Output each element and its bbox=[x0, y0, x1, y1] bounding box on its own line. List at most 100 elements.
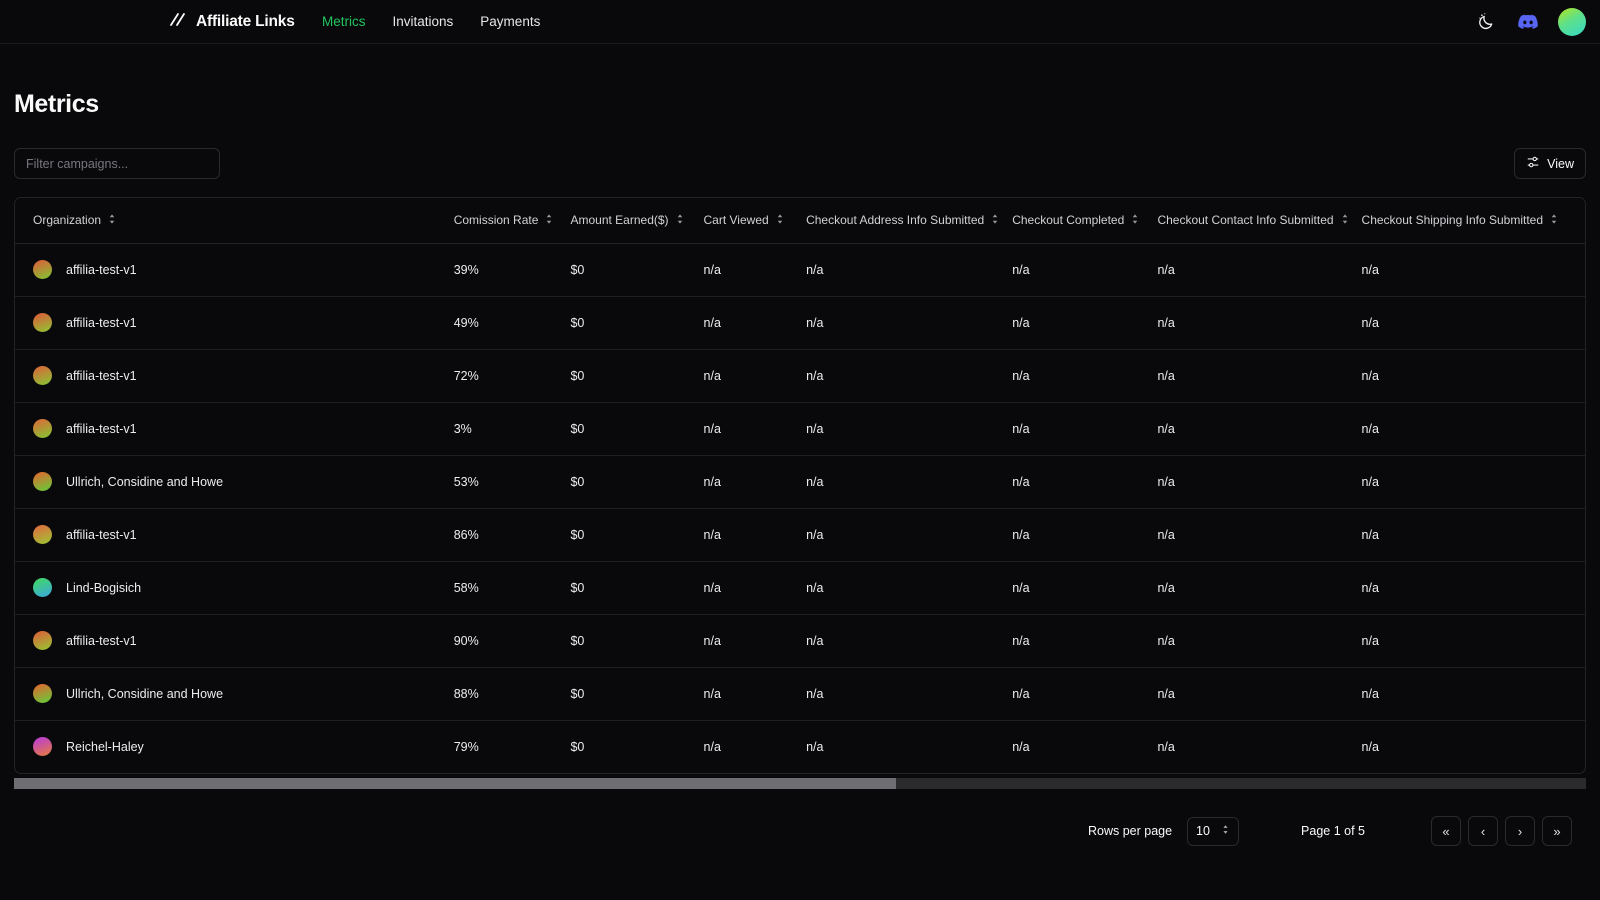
column-header-cart-viewed[interactable]: Cart Viewed bbox=[703, 198, 807, 244]
cell-checkout-address: n/a bbox=[806, 402, 1013, 456]
navbar-actions bbox=[1474, 7, 1586, 36]
cell-checkout-shipping: n/a bbox=[1361, 561, 1585, 615]
previous-page-button[interactable]: ‹ bbox=[1468, 816, 1498, 846]
organization-name: affilia-test-v1 bbox=[66, 421, 137, 436]
table-row[interactable]: affilia-test-v1 86% $0 n/a n/a n/a n/a n/a bbox=[15, 508, 1585, 562]
organization-avatar bbox=[33, 260, 52, 279]
table-row[interactable]: affilia-test-v1 90% $0 n/a n/a n/a n/a n/a bbox=[15, 614, 1585, 668]
metrics-table: Organization Comission Rate Amount Earne… bbox=[15, 198, 1585, 773]
cell-commission-rate: 86% bbox=[453, 508, 571, 562]
cell-checkout-address: n/a bbox=[806, 349, 1013, 403]
cell-checkout-contact: n/a bbox=[1157, 508, 1362, 562]
page-indicator: Page 1 of 5 bbox=[1301, 824, 1365, 838]
table-header-row: Organization Comission Rate Amount Earne… bbox=[15, 198, 1585, 244]
table-row[interactable]: Ullrich, Considine and Howe 88% $0 n/a n/a n/… bbox=[15, 667, 1585, 721]
organization-name: affilia-test-v1 bbox=[66, 262, 137, 277]
page-container: Metrics View Organization bbox=[0, 90, 1600, 846]
organization-avatar bbox=[33, 578, 52, 597]
column-header-organization[interactable]: Organization bbox=[15, 198, 454, 244]
organization-name: Ullrich, Considine and Howe bbox=[66, 474, 224, 489]
view-options-button[interactable]: View bbox=[1514, 148, 1586, 179]
cell-amount-earned: $0 bbox=[570, 561, 704, 615]
cell-checkout-contact: n/a bbox=[1157, 561, 1362, 615]
sort-chevron-icon bbox=[1130, 213, 1140, 228]
cell-checkout-completed: n/a bbox=[1012, 561, 1158, 615]
cell-organization: affilia-test-v1 bbox=[15, 508, 454, 562]
cell-checkout-address: n/a bbox=[806, 739, 824, 754]
cell-organization: affilia-test-v1 bbox=[15, 243, 454, 297]
column-header-checkout-completed[interactable]: Checkout Completed bbox=[1012, 198, 1158, 244]
cell-amount-earned: $0 bbox=[570, 508, 704, 562]
pagination-bar: Rows per page 10 Page 1 of 5 « ‹ › » bbox=[14, 816, 1586, 846]
cell-organization: affilia-test-v1 bbox=[15, 349, 454, 403]
organization-avatar bbox=[33, 419, 52, 438]
cell-organization: affilia-test-v1 bbox=[15, 614, 454, 668]
cell-commission-rate: 53% bbox=[453, 455, 571, 509]
column-header-checkout-address-info-submitted[interactable]: Checkout Address Info Submitted bbox=[806, 198, 1013, 244]
organization-name: Ullrich, Considine and Howe bbox=[66, 686, 224, 701]
organization-avatar bbox=[33, 737, 52, 757]
table-row[interactable]: Lind-Bogisich 58% $0 n/a n/a n/a n/a n/a bbox=[15, 561, 1585, 615]
table-toolbar: View bbox=[14, 148, 1586, 179]
double-slash-logo-icon bbox=[168, 11, 187, 33]
sort-chevron-icon bbox=[1340, 213, 1350, 228]
cell-checkout-completed: n/a bbox=[1012, 667, 1158, 721]
sort-chevron-icon bbox=[1549, 213, 1559, 228]
column-header-checkout-contact-info-submitted[interactable]: Checkout Contact Info Submitted bbox=[1157, 198, 1362, 244]
organization-avatar bbox=[33, 472, 52, 491]
cell-commission-rate: 39% bbox=[453, 243, 571, 297]
table-row[interactable]: affilia-test-v1 72% $0 n/a n/a n/a n/a n/a bbox=[15, 349, 1585, 403]
cell-commission-rate: 49% bbox=[453, 296, 571, 350]
sort-chevron-icon bbox=[990, 213, 1000, 228]
cell-commission-rate: 79% bbox=[453, 739, 479, 754]
brand-name: Affiliate Links bbox=[196, 12, 295, 30]
cell-checkout-contact: n/a bbox=[1157, 455, 1362, 509]
table-row[interactable]: Reichel-Haley 79% $0 n/a n/a n/a n/a n/a bbox=[15, 720, 1585, 773]
discord-icon[interactable] bbox=[1516, 10, 1540, 34]
cell-checkout-shipping: n/a bbox=[1361, 614, 1585, 668]
column-header-amount-earned[interactable]: Amount Earned($) bbox=[570, 198, 704, 244]
chevron-updown-icon bbox=[1221, 824, 1230, 838]
table-row[interactable]: affilia-test-v1 39% $0 n/a n/a n/a n/a n/a bbox=[15, 243, 1585, 297]
filter-campaigns-input[interactable] bbox=[14, 148, 220, 179]
table-row[interactable]: affilia-test-v1 49% $0 n/a n/a n/a n/a n/a bbox=[15, 296, 1585, 350]
last-page-button[interactable]: » bbox=[1542, 816, 1572, 846]
horizontal-scrollbar-thumb[interactable] bbox=[14, 778, 896, 789]
pager-buttons: « ‹ › » bbox=[1431, 816, 1572, 846]
next-page-button[interactable]: › bbox=[1505, 816, 1535, 846]
cell-checkout-address: n/a bbox=[806, 243, 1013, 297]
rows-per-page-label: Rows per page bbox=[1087, 824, 1173, 838]
organization-avatar bbox=[33, 313, 52, 332]
table-row[interactable]: affilia-test-v1 3% $0 n/a n/a n/a n/a n/a bbox=[15, 402, 1585, 456]
nav-link-metrics[interactable]: Metrics bbox=[322, 14, 366, 29]
first-page-button[interactable]: « bbox=[1431, 816, 1461, 846]
column-header-checkout-shipping-info-submitted[interactable]: Checkout Shipping Info Submitted bbox=[1361, 198, 1585, 244]
cell-checkout-shipping: n/a bbox=[1361, 402, 1585, 456]
organization-avatar bbox=[33, 366, 52, 385]
cell-checkout-contact: n/a bbox=[1157, 614, 1362, 668]
table-row[interactable]: Ullrich, Considine and Howe 53% $0 n/a n/a n/… bbox=[15, 455, 1585, 509]
rows-per-page-select[interactable]: 10 bbox=[1187, 816, 1240, 846]
primary-nav: Metrics Invitations Payments bbox=[322, 14, 540, 29]
cell-checkout-completed: n/a bbox=[1012, 402, 1158, 456]
cell-amount-earned: $0 bbox=[570, 296, 704, 350]
cell-amount-earned: $0 bbox=[570, 614, 704, 668]
organization-name: affilia-test-v1 bbox=[66, 633, 137, 648]
sliders-icon bbox=[1526, 155, 1540, 172]
user-avatar[interactable] bbox=[1558, 7, 1586, 36]
column-label-organization: Organization bbox=[33, 213, 102, 228]
horizontal-scrollbar[interactable] bbox=[14, 778, 1586, 789]
nav-link-invitations[interactable]: Invitations bbox=[393, 14, 454, 29]
cell-checkout-shipping: n/a bbox=[1361, 508, 1585, 562]
organization-avatar bbox=[33, 631, 52, 650]
cell-cart-viewed: n/a bbox=[703, 667, 807, 721]
column-label-amount-earned: Amount Earned($) bbox=[570, 213, 669, 228]
cell-checkout-shipping: n/a bbox=[1361, 349, 1585, 403]
nav-link-payments[interactable]: Payments bbox=[480, 14, 540, 29]
cell-checkout-contact: n/a bbox=[1157, 667, 1362, 721]
column-header-commission-rate[interactable]: Comission Rate bbox=[453, 198, 571, 244]
cell-cart-viewed: n/a bbox=[703, 455, 807, 509]
moon-stars-icon[interactable] bbox=[1474, 10, 1498, 34]
column-label-checkout-address: Checkout Address Info Submitted bbox=[806, 213, 985, 228]
cell-checkout-address: n/a bbox=[806, 667, 1013, 721]
